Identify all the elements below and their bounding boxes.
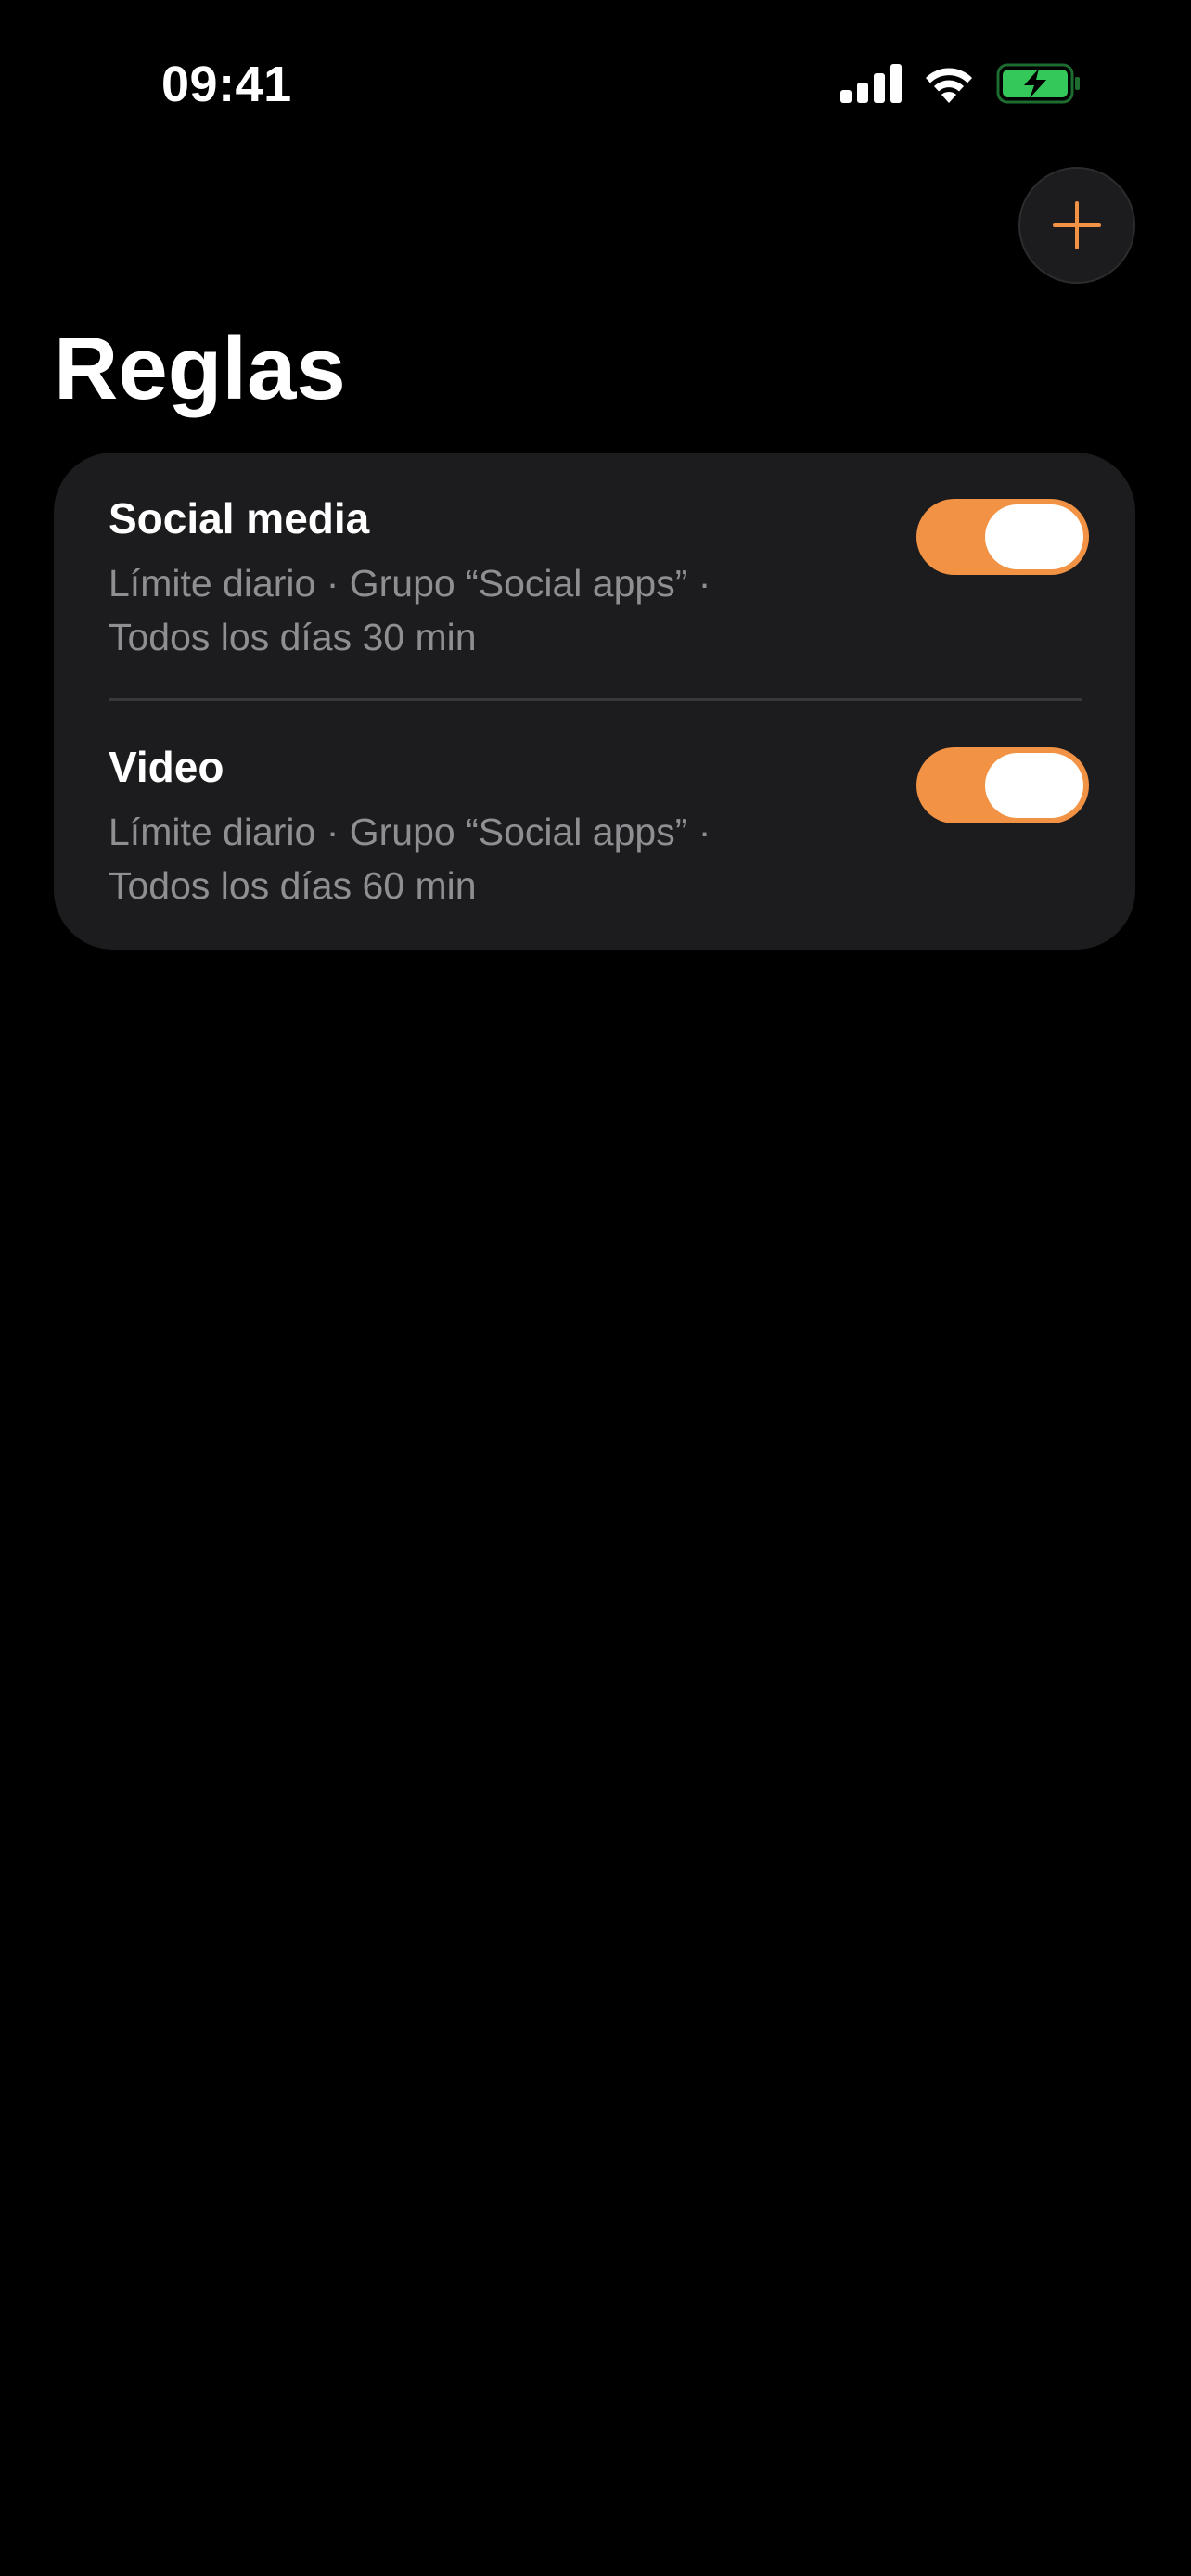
- status-bar: 09:41: [0, 0, 1191, 139]
- wifi-icon: [926, 68, 972, 103]
- rule-row-video[interactable]: Video Límite diario · Grupo “Social apps…: [54, 701, 1135, 950]
- status-icons: [840, 63, 1082, 104]
- rule-description: Límite diario · Grupo “Social apps” · To…: [109, 556, 851, 664]
- toggle-knob: [985, 753, 1083, 818]
- rule-row-social-media[interactable]: Social media Límite diario · Grupo “Soci…: [54, 453, 1135, 701]
- rule-description-line: Límite diario · Grupo “Social apps” ·: [109, 562, 711, 605]
- add-rule-button[interactable]: [1018, 167, 1135, 284]
- plus-icon: [1053, 201, 1101, 249]
- page-title: Reglas: [54, 319, 346, 418]
- rule-description-line: Todos los días 60 min: [109, 864, 477, 907]
- rule-toggle-social-media[interactable]: [916, 499, 1089, 575]
- rules-list: Social media Límite diario · Grupo “Soci…: [54, 453, 1135, 950]
- rule-name: Social media: [109, 494, 370, 542]
- battery-charging-icon: [996, 63, 1080, 104]
- rule-toggle-video[interactable]: [916, 747, 1089, 823]
- rule-description-line: Límite diario · Grupo “Social apps” ·: [109, 810, 711, 853]
- rule-name: Video: [109, 743, 224, 791]
- status-time: 09:41: [161, 57, 292, 112]
- rule-description: Límite diario · Grupo “Social apps” · To…: [109, 805, 851, 912]
- signal-icon: [840, 64, 902, 103]
- rule-description-line: Todos los días 30 min: [109, 616, 477, 658]
- toggle-knob: [985, 504, 1083, 569]
